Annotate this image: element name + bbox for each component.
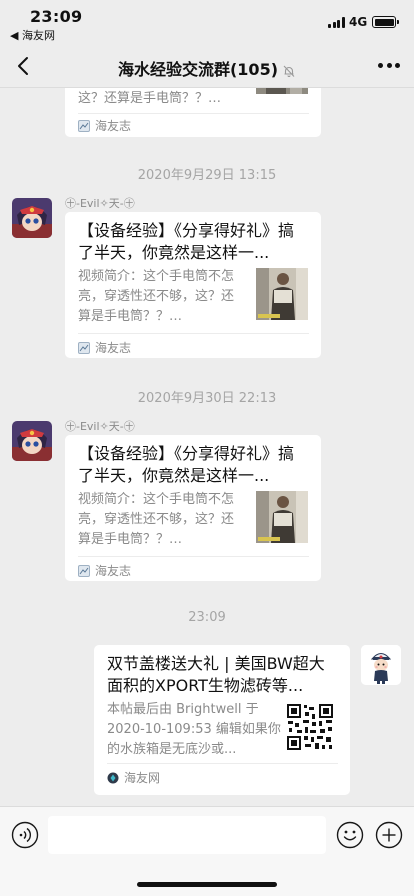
card-description: 视频简介：这个手电筒不怎亮，穿透性还不够，这？还算是手电筒？？…	[78, 269, 235, 324]
my-avatar[interactable]	[361, 645, 401, 685]
source-icon	[107, 772, 119, 784]
card-source: 海友志	[78, 339, 132, 355]
qr-code-thumbnail	[286, 703, 334, 751]
card-source: 海友志	[78, 562, 132, 578]
source-icon	[78, 120, 90, 132]
card-divider	[78, 556, 309, 557]
card-thumbnail	[256, 268, 308, 320]
card-description: 视频简介：这个手电筒不怎亮，穿透性还不够，这？还算是手电筒？？…	[78, 492, 235, 547]
back-to-app-link[interactable]: ◀ 海友网	[10, 27, 55, 43]
plus-icon	[375, 821, 403, 849]
emoji-button[interactable]	[336, 821, 364, 849]
card-source-name: 海友志	[95, 341, 132, 355]
link-card[interactable]: 这？还算是手电筒？？… 海友志	[65, 88, 321, 137]
group-name: 海水经验交流群(105)	[117, 60, 279, 79]
mute-bell-icon	[283, 65, 295, 77]
chat-title: 海水经验交流群(105)	[0, 56, 414, 80]
link-card[interactable]: 【设备经验】《分享得好礼》搞了半天，你竟然是这样一... 视频简介：这个手电筒不…	[65, 435, 321, 581]
network-type: 4G	[349, 15, 368, 29]
emoji-icon	[336, 821, 364, 849]
timestamp: 23:09	[188, 610, 226, 625]
sender-name: ㊉-Evil✧天-㊉	[65, 420, 135, 433]
source-icon	[78, 342, 90, 354]
message-input[interactable]	[48, 816, 326, 854]
card-source-name: 海友网	[124, 771, 161, 785]
more-functions-button[interactable]	[375, 821, 403, 849]
card-source: 海友志	[78, 117, 132, 133]
card-source-name: 海友志	[95, 564, 132, 578]
card-divider	[78, 113, 309, 114]
card-title: 双节盖楼送大礼 | 美国BW超大面积的XPORT生物滤砖等...	[107, 654, 325, 695]
card-divider	[78, 333, 309, 334]
avatar[interactable]	[12, 198, 52, 238]
timestamp: 2020年9月29日 13:15	[137, 168, 277, 183]
card-source-name: 海友志	[95, 119, 132, 133]
card-divider	[107, 763, 338, 764]
link-card[interactable]: 【设备经验】《分享得好礼》搞了半天，你竟然是这样一... 视频简介：这个手电筒不…	[65, 212, 321, 358]
qr-code-icon	[286, 703, 334, 751]
status-bar: 23:09 ◀ 海友网 4G	[0, 0, 414, 44]
card-thumbnail	[256, 88, 308, 94]
battery-icon	[372, 16, 399, 28]
status-time: 23:09	[30, 7, 83, 26]
link-card[interactable]: 双节盖楼送大礼 | 美国BW超大面积的XPORT生物滤砖等... 本帖最后由 B…	[94, 645, 350, 795]
nav-bar: 海水经验交流群(105)	[0, 44, 414, 88]
card-source: 海友网	[107, 769, 161, 785]
timestamp: 2020年9月30日 22:13	[137, 391, 277, 406]
card-thumbnail	[256, 491, 308, 543]
home-indicator[interactable]	[137, 882, 277, 887]
more-button[interactable]	[378, 63, 400, 69]
card-title: 【设备经验】《分享得好礼》搞了半天，你竟然是这样一...	[78, 444, 295, 485]
message-list[interactable]: 这？还算是手电筒？？… 海友志 2020年9月29日 13:15 ㊉-Evil✧…	[0, 88, 414, 806]
card-description: 本帖最后由 Brightwell 于 2020-10-109:53 编辑如果你的…	[107, 702, 281, 757]
card-description: 这？还算是手电筒？？…	[78, 91, 222, 106]
source-icon	[78, 565, 90, 577]
signal-icon	[328, 17, 345, 28]
avatar[interactable]	[12, 421, 52, 461]
voice-icon	[11, 821, 39, 849]
voice-button[interactable]	[11, 821, 39, 849]
sender-name: ㊉-Evil✧天-㊉	[65, 197, 135, 210]
card-title: 【设备经验】《分享得好礼》搞了半天，你竟然是这样一...	[78, 221, 295, 262]
